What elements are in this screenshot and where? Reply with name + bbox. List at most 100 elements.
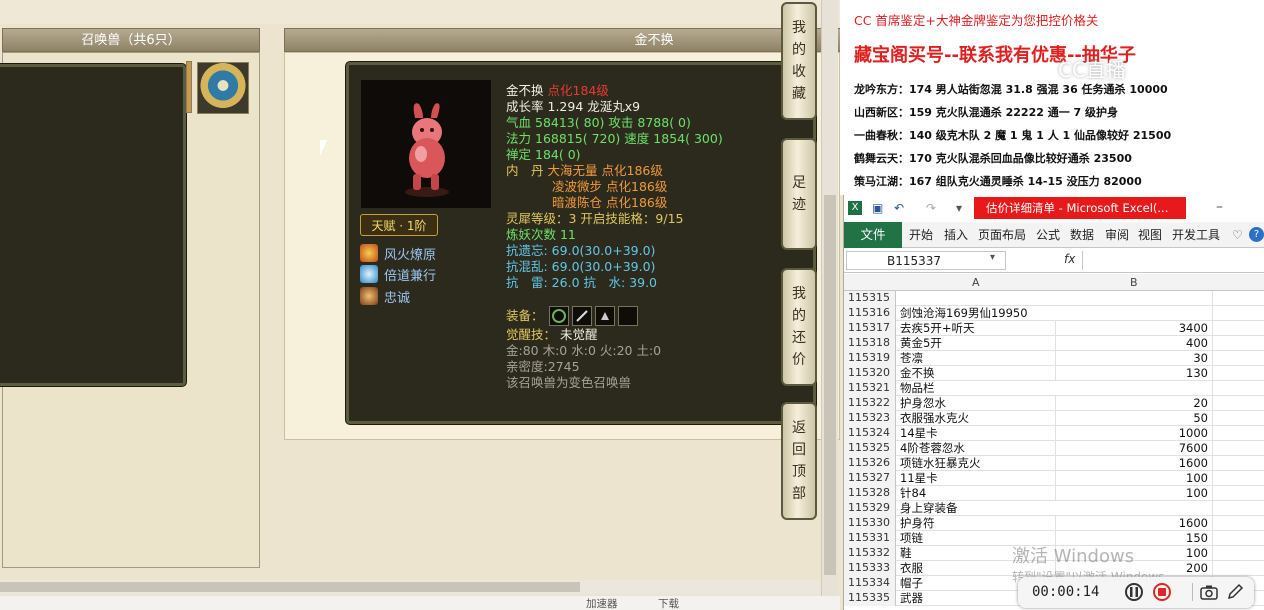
row-number[interactable]: 115335 — [844, 591, 896, 606]
table-row[interactable]: 115324 14星卡 1000 — [844, 426, 1264, 441]
cell-b[interactable]: 3400 — [1055, 321, 1210, 335]
back-to-top-button[interactable]: 返回顶部 — [781, 402, 817, 520]
tab-view[interactable]: 视图 — [1138, 222, 1162, 248]
redo-icon[interactable]: ↷ — [926, 201, 940, 215]
stop-icon[interactable] — [1153, 583, 1171, 601]
fx-icon[interactable]: fx — [1064, 252, 1075, 266]
cell-a[interactable]: 苍凛 — [900, 351, 1054, 365]
cell-c[interactable] — [1212, 336, 1264, 351]
table-row[interactable]: 115315 — [844, 291, 1264, 306]
table-row[interactable]: 115325 4阶苍蓉忽水 7600 — [844, 441, 1264, 456]
equip-slot-1[interactable] — [549, 306, 569, 326]
help-icon[interactable]: ? — [1249, 227, 1264, 242]
cell-a[interactable]: 14星卡 — [900, 426, 1054, 440]
save-icon[interactable]: ▣ — [872, 201, 886, 215]
cell-b[interactable]: 130 — [1055, 366, 1210, 380]
table-row[interactable]: 115330 护身符 1600 — [844, 516, 1264, 531]
equip-slot-4[interactable] — [618, 306, 638, 326]
cell-c[interactable] — [1212, 501, 1264, 516]
cell-b[interactable]: 100 — [1055, 471, 1210, 485]
skill-3[interactable]: 忠诚 — [360, 286, 410, 306]
ribbon-collapse-icon[interactable]: ♡ — [1232, 222, 1243, 248]
cell-c[interactable] — [1212, 396, 1264, 411]
cell-c[interactable] — [1212, 291, 1264, 306]
cell-c[interactable] — [1212, 531, 1264, 546]
cell-c[interactable] — [1212, 546, 1264, 561]
row-number[interactable]: 115325 — [844, 441, 896, 456]
pet-list-box[interactable] — [0, 64, 186, 386]
cell-a[interactable]: 衣服强水克火 — [900, 411, 1054, 425]
talent-badge[interactable]: 天赋 · 1阶 — [360, 214, 438, 236]
pause-icon[interactable] — [1125, 583, 1143, 601]
tab-page-layout[interactable]: 页面布局 — [978, 222, 1026, 248]
row-number[interactable]: 115320 — [844, 366, 896, 381]
cell-b[interactable]: 30 — [1055, 351, 1210, 365]
cell-c[interactable] — [1212, 411, 1264, 426]
table-row[interactable]: 115322 护身忽水 20 — [844, 396, 1264, 411]
table-row[interactable]: 115327 11星卡 100 — [844, 471, 1264, 486]
row-number[interactable]: 115323 — [844, 411, 896, 426]
cell-b[interactable]: 1600 — [1055, 456, 1210, 470]
cell-a[interactable]: 护身符 — [900, 516, 1054, 530]
cell-a[interactable]: 项链水狂暴克火 — [900, 456, 1054, 470]
cell-b[interactable]: 7600 — [1055, 441, 1210, 455]
cell-c[interactable] — [1212, 441, 1264, 456]
tab-home[interactable]: 开始 — [909, 222, 933, 248]
skill-1[interactable]: 风火燎原 — [360, 243, 436, 263]
cell-a[interactable]: 金不换 — [900, 366, 1054, 380]
row-number[interactable]: 115324 — [844, 426, 896, 441]
row-number[interactable]: 115317 — [844, 321, 896, 336]
row-number[interactable]: 115330 — [844, 516, 896, 531]
cell-b[interactable]: 100 — [1055, 486, 1210, 500]
vertical-scrollbar[interactable] — [821, 0, 838, 600]
pen-icon[interactable] — [1226, 583, 1244, 604]
cell-b[interactable]: 400 — [1055, 336, 1210, 350]
column-b-header[interactable]: B — [1130, 276, 1138, 289]
table-row[interactable]: 115317 去疾5开+听天 3400 — [844, 321, 1264, 336]
cell-b[interactable]: 1600 — [1055, 516, 1210, 530]
cell-a[interactable]: 物品栏 — [900, 381, 1054, 395]
camera-icon[interactable] — [1200, 584, 1218, 603]
cell-a[interactable]: 去疾5开+听天 — [900, 321, 1054, 335]
row-number[interactable]: 115331 — [844, 531, 896, 546]
cell-c[interactable] — [1212, 561, 1264, 576]
cell-a[interactable]: 4阶苍蓉忽水 — [900, 441, 1054, 455]
tab-formulas[interactable]: 公式 — [1036, 222, 1060, 248]
cell-c[interactable] — [1212, 366, 1264, 381]
table-row[interactable]: 115316 剑蚀沧海169男仙19950 — [844, 306, 1264, 321]
cell-c[interactable] — [1212, 381, 1264, 396]
row-number[interactable]: 115318 — [844, 336, 896, 351]
tab-insert[interactable]: 插入 — [944, 222, 968, 248]
name-box[interactable]: B115337 — [846, 251, 1006, 270]
table-row[interactable]: 115321 物品栏 — [844, 381, 1264, 396]
formula-input[interactable] — [1082, 251, 1264, 270]
table-row[interactable]: 115328 针84 100 — [844, 486, 1264, 501]
cell-b[interactable]: 20 — [1055, 396, 1210, 410]
accelerator-label[interactable]: 加速器 — [586, 596, 618, 610]
footprint-button[interactable]: 足迹 — [781, 138, 817, 250]
cell-c[interactable] — [1212, 321, 1264, 336]
cell-c[interactable] — [1212, 426, 1264, 441]
tab-data[interactable]: 数据 — [1070, 222, 1094, 248]
skill-2[interactable]: 倍道兼行 — [360, 264, 436, 284]
tab-developer[interactable]: 开发工具 — [1172, 222, 1220, 248]
row-number[interactable]: 115326 — [844, 456, 896, 471]
column-a-header[interactable]: A — [972, 276, 980, 289]
row-number[interactable]: 115332 — [844, 546, 896, 561]
horizontal-scroll-thumb[interactable] — [0, 582, 580, 592]
pet-thumbnail-1[interactable] — [186, 61, 192, 113]
cell-a[interactable]: 剑蚀沧海169男仙19950 — [900, 306, 1054, 320]
table-row[interactable]: 115319 苍凛 30 — [844, 351, 1264, 366]
cell-c[interactable] — [1212, 486, 1264, 501]
customize-qat-icon[interactable]: ▾ — [956, 201, 970, 215]
equip-slot-2[interactable] — [572, 306, 592, 326]
table-row[interactable]: 115326 项链水狂暴克火 1600 — [844, 456, 1264, 471]
row-number[interactable]: 115315 — [844, 291, 896, 306]
pet-thumbnail-2[interactable] — [197, 62, 249, 114]
cell-c[interactable] — [1212, 306, 1264, 321]
cell-b[interactable]: 1000 — [1055, 426, 1210, 440]
cell-a[interactable]: 护身忽水 — [900, 396, 1054, 410]
cell-a[interactable]: 黄金5开 — [900, 336, 1054, 350]
cell-c[interactable] — [1212, 516, 1264, 531]
name-box-dropdown-icon[interactable]: ▾ — [990, 252, 995, 263]
